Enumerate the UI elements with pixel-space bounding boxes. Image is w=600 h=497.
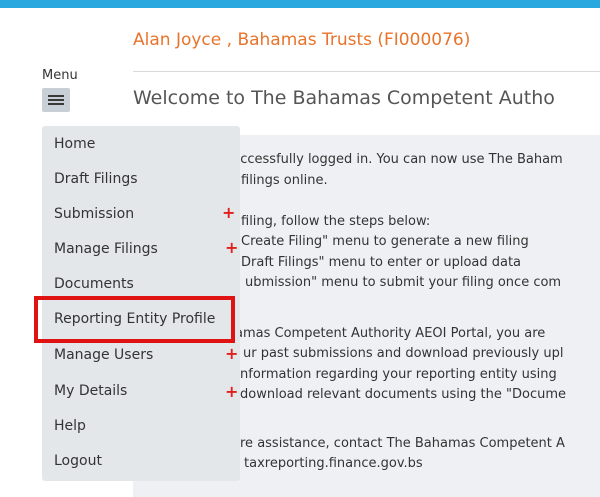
content-line: Create Filing" menu to generate a new fi… xyxy=(241,234,529,249)
content-line: download relevant documents using the "D… xyxy=(240,387,566,402)
menu-item-label: Documents xyxy=(54,276,134,292)
content-line: filings online. xyxy=(241,173,328,188)
menu-item-help[interactable]: Help xyxy=(42,410,240,442)
menu-item-home[interactable]: Home xyxy=(42,128,240,160)
expand-plus-icon[interactable]: + xyxy=(225,238,238,257)
user-organization-title: Alan Joyce , Bahamas Trusts (FI000076) xyxy=(133,30,471,50)
navigation-menu: Home Draft Filings Submission + Manage F… xyxy=(42,126,240,481)
menu-item-documents[interactable]: Documents xyxy=(42,268,240,300)
top-accent-bar xyxy=(0,0,600,8)
menu-item-label: Reporting Entity Profile xyxy=(54,311,216,327)
expand-plus-icon[interactable]: + xyxy=(225,344,238,363)
menu-item-label: Manage Users xyxy=(54,347,154,363)
menu-item-reporting-entity-profile[interactable]: Reporting Entity Profile xyxy=(42,303,240,335)
menu-label: Menu xyxy=(42,68,78,83)
menu-item-label: Help xyxy=(54,418,86,434)
content-line: re assistance, contact The Bahamas Compe… xyxy=(240,436,565,451)
menu-item-my-details[interactable]: My Details + xyxy=(42,375,240,407)
menu-item-label: Manage Filings xyxy=(54,241,158,257)
menu-item-submission[interactable]: Submission + xyxy=(42,198,240,230)
title-divider xyxy=(133,71,600,72)
menu-item-logout[interactable]: Logout xyxy=(42,445,240,477)
content-line: nformation regarding your reporting enti… xyxy=(240,367,557,382)
content-line: ubmission" menu to submit your filing on… xyxy=(245,275,562,290)
menu-item-label: Submission xyxy=(54,206,135,222)
menu-item-label: Draft Filings xyxy=(54,171,138,187)
content-line: filing, follow the steps below: xyxy=(241,214,431,229)
expand-plus-icon[interactable]: + xyxy=(225,382,238,401)
content-line: uccessfully logged in. You can now use T… xyxy=(232,152,563,167)
menu-item-label: Home xyxy=(54,136,96,152)
expand-plus-icon[interactable]: + xyxy=(222,203,235,222)
menu-item-manage-users[interactable]: Manage Users + xyxy=(42,339,240,371)
content-line: Draft Filings" menu to enter or upload d… xyxy=(241,255,522,270)
content-line: ur past submissions and download previou… xyxy=(243,346,564,361)
hamburger-menu-icon[interactable] xyxy=(42,88,70,112)
menu-item-label: Logout xyxy=(54,453,102,469)
page-title: Welcome to The Bahamas Competent Autho xyxy=(133,87,555,109)
content-line: taxreporting.finance.gov.bs xyxy=(244,456,423,471)
content-line: amas Competent Authority AEOI Portal, yo… xyxy=(235,326,546,341)
menu-item-draft-filings[interactable]: Draft Filings xyxy=(42,163,240,195)
menu-item-manage-filings[interactable]: Manage Filings + xyxy=(42,233,240,265)
menu-item-label: My Details xyxy=(54,383,128,399)
